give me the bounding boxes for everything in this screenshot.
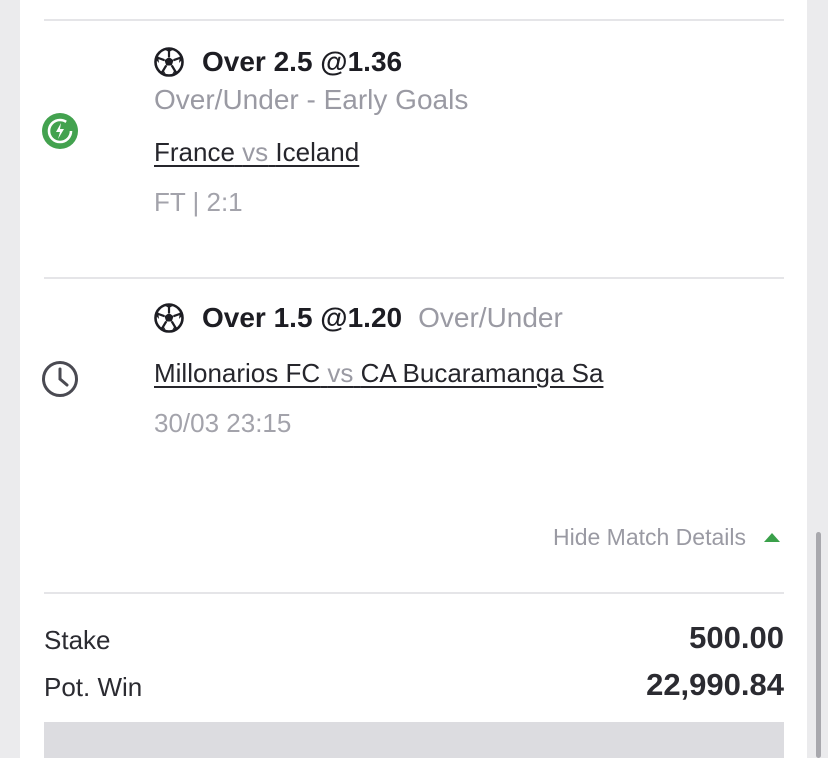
- pot-win-value: 22,990.84: [646, 667, 784, 702]
- action-bar[interactable]: [44, 722, 784, 758]
- market-name: Over/Under: [418, 302, 563, 333]
- market-name: Over/Under - Early Goals: [154, 84, 469, 115]
- divider: [44, 592, 784, 594]
- hide-match-details-label: Hide Match Details: [552, 524, 746, 550]
- vs-separator: vs: [242, 137, 269, 167]
- card-edge-shade: [807, 262, 828, 280]
- match-link[interactable]: France vs Iceland: [154, 137, 359, 168]
- selection-odds: Over 1.5 @1.20: [202, 302, 403, 333]
- bet-selection-title: Over 1.5 @1.20 Over/Under: [154, 302, 563, 334]
- match-link[interactable]: Millonarios FC vs CA Bucaramanga Sa: [154, 358, 603, 389]
- away-team[interactable]: CA Bucaramanga Sa: [361, 358, 604, 388]
- away-team[interactable]: Iceland: [275, 137, 359, 167]
- green-refresh-won-icon: [41, 112, 79, 155]
- scrollbar[interactable]: [816, 532, 821, 758]
- home-team[interactable]: France: [154, 137, 235, 167]
- vs-separator: vs: [327, 358, 354, 388]
- clock-icon: [41, 360, 79, 403]
- match-datetime: 30/03 23:15: [154, 408, 292, 438]
- card-edge-shade: [807, 486, 828, 508]
- match-result: FT | 2:1: [154, 187, 243, 217]
- caret-up-icon: [764, 533, 780, 542]
- home-team[interactable]: Millonarios FC: [154, 358, 320, 388]
- stake-value: 500.00: [689, 620, 784, 655]
- bet-selection-title: Over 2.5 @1.36: [154, 46, 402, 78]
- pot-win-label: Pot. Win: [44, 672, 143, 702]
- divider: [44, 277, 784, 279]
- soccer-ball-icon: [154, 303, 184, 333]
- soccer-ball-icon: [154, 47, 184, 77]
- card-edge-shade: [807, 0, 828, 20]
- hide-match-details-button[interactable]: Hide Match Details: [553, 524, 780, 551]
- selection-odds: Over 2.5 @1.36: [202, 46, 403, 77]
- divider: [44, 19, 784, 21]
- stake-label: Stake: [44, 625, 111, 655]
